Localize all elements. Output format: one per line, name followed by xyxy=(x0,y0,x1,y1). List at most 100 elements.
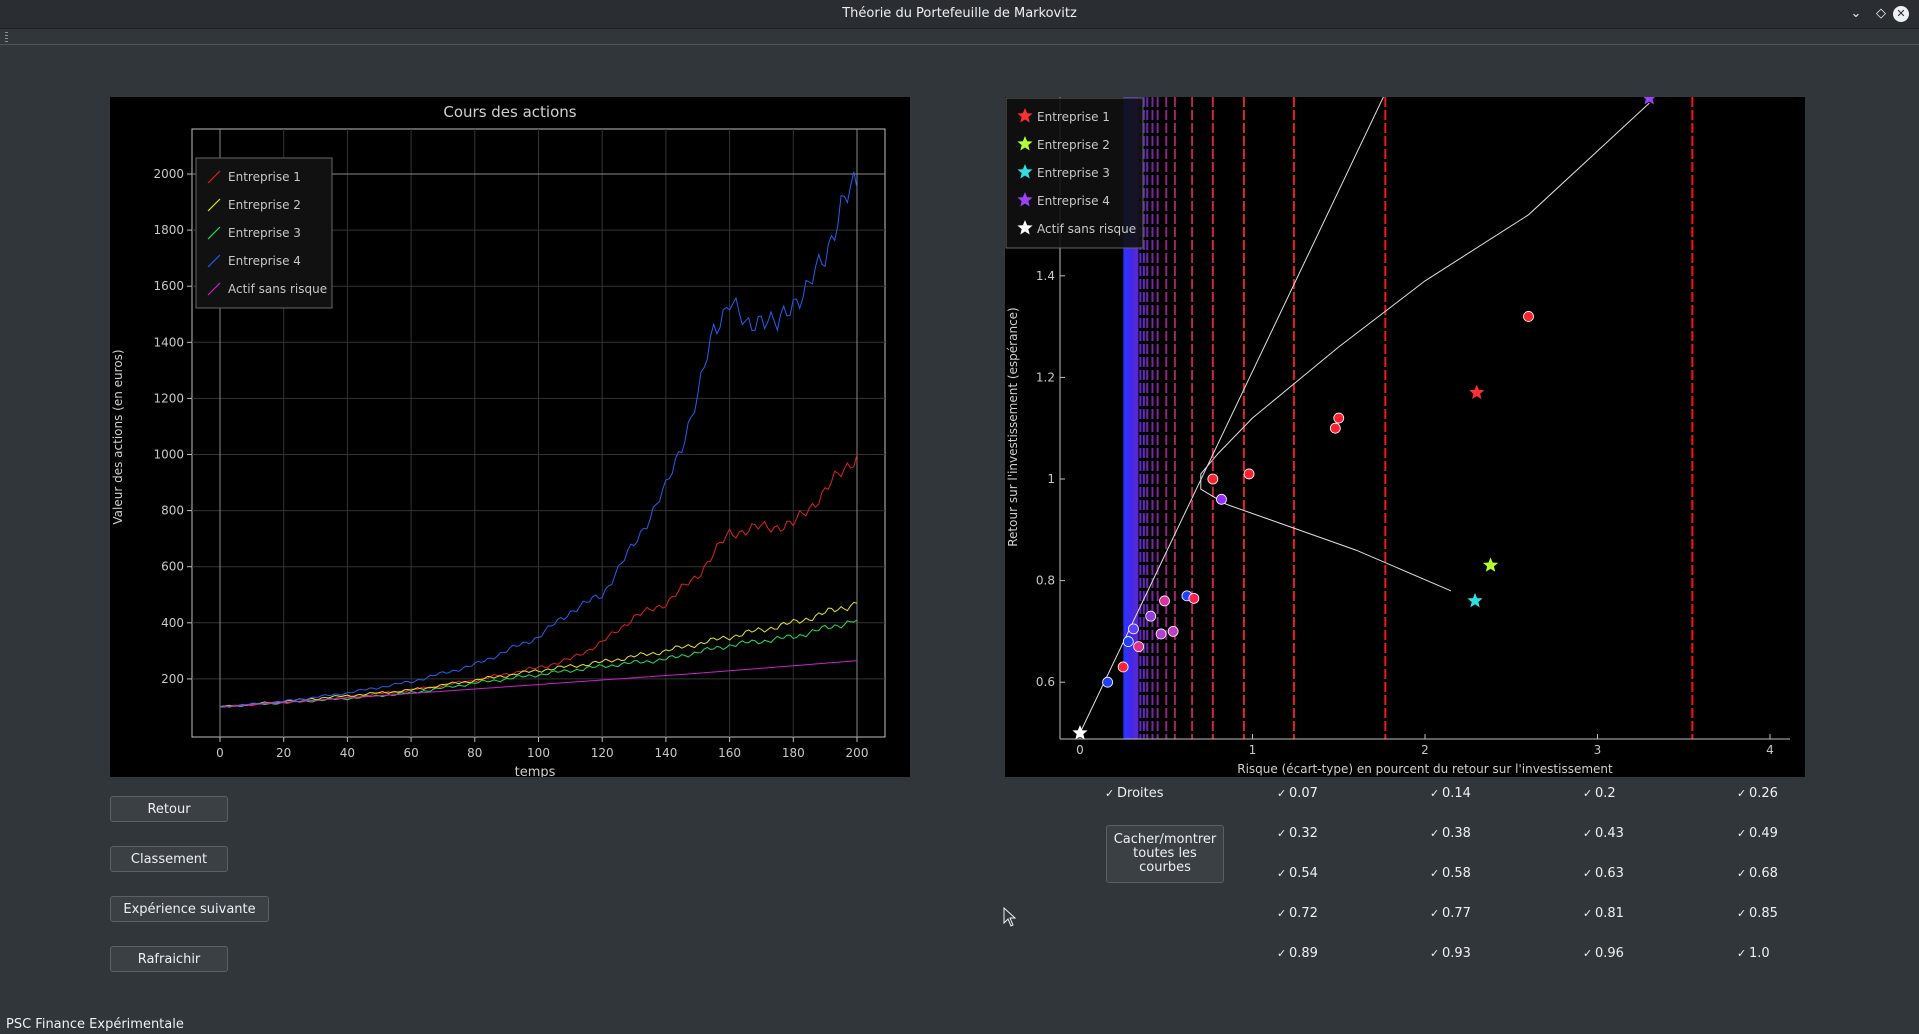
chart2-legend-label: Entreprise 3 xyxy=(1037,166,1110,180)
chart1-tick-label-y: 2000 xyxy=(153,167,184,181)
chart2-asset-star xyxy=(1469,384,1485,400)
window-title: Théorie du Portefeuille de Markovitz xyxy=(842,6,1077,21)
toolbar xyxy=(0,30,1919,45)
curve-checkbox[interactable]: ✓ 0.96 xyxy=(1583,945,1624,963)
check-icon: ✓ xyxy=(1277,787,1287,800)
chart1-tick-label-x: 100 xyxy=(527,746,550,760)
curve-checkbox-label: 0.2 xyxy=(1595,786,1616,801)
classement-button[interactable]: Classement xyxy=(110,846,228,872)
check-icon: ✓ xyxy=(1105,787,1115,800)
chart1-tick-label-y: 400 xyxy=(161,616,184,630)
droites-checkbox[interactable]: ✓ Droites xyxy=(1105,785,1164,803)
check-icon: ✓ xyxy=(1737,827,1747,840)
check-icon: ✓ xyxy=(1583,827,1593,840)
curve-checkbox[interactable]: ✓ 0.93 xyxy=(1430,945,1471,963)
chart2-portfolio-point xyxy=(1102,676,1113,688)
chart2-portfolio-point xyxy=(1216,493,1227,505)
chart2-tick-label-x: 4 xyxy=(1766,743,1774,757)
chart1-title: Cours des actions xyxy=(443,103,576,121)
chart2-portfolio-point xyxy=(1523,311,1534,322)
curve-checkbox[interactable]: ✓ 0.63 xyxy=(1583,865,1624,883)
chart2-portfolio-point xyxy=(1188,592,1200,604)
curve-checkbox-label: 0.26 xyxy=(1749,786,1778,801)
curve-checkbox[interactable]: ✓ 0.43 xyxy=(1583,825,1624,843)
curve-checkbox[interactable]: ✓ 0.2 xyxy=(1583,785,1616,803)
chart2-portfolio-point xyxy=(1243,468,1255,480)
chart1-tick-label-y: 1600 xyxy=(153,279,184,293)
curve-checkbox-label: 0.32 xyxy=(1289,826,1318,841)
chart2-tick-label-y: 1.2 xyxy=(1036,370,1055,384)
chart2-tick-label-y: 1.4 xyxy=(1036,269,1055,283)
curve-checkbox[interactable]: ✓ 0.54 xyxy=(1277,865,1318,883)
curve-checkbox-label: 0.77 xyxy=(1442,906,1471,921)
chart1-legend-label: Entreprise 1 xyxy=(228,170,301,184)
chart2-portfolio-point xyxy=(1207,473,1219,485)
close-icon[interactable]: ✕ xyxy=(1893,6,1909,22)
chart1-tick-label-x: 20 xyxy=(276,746,291,760)
curve-checkbox-label: 0.72 xyxy=(1289,906,1318,921)
check-icon: ✓ xyxy=(1430,867,1440,880)
rafraichir-button[interactable]: Rafraichir xyxy=(110,946,228,972)
curve-checkbox-label: 0.63 xyxy=(1595,866,1624,881)
toggle-all-curves-button[interactable]: Cacher/montrer toutes les courbes xyxy=(1106,825,1224,883)
curve-checkbox-label: 0.07 xyxy=(1289,786,1318,801)
status-bar-text: PSC Finance Expérimentale xyxy=(6,1017,184,1032)
chart1-legend: Entreprise 1 Entreprise 2 Entreprise 3 Entr… xyxy=(195,157,333,309)
mouse-cursor-icon xyxy=(1003,907,1017,927)
check-icon: ✓ xyxy=(1583,947,1593,960)
chart1-tick-label-y: 800 xyxy=(161,504,184,518)
chart2-legend-label: Entreprise 1 xyxy=(1037,110,1110,124)
chart2-ylabel: Retour sur l'investissement (espérance) xyxy=(1006,307,1020,547)
chart2-legend: Entreprise 1 Entreprise 2 Entreprise 3 Entr… xyxy=(1005,97,1144,249)
curve-checkbox-label: 0.54 xyxy=(1289,866,1318,881)
chart2-tick-label-y: 0.6 xyxy=(1036,675,1055,689)
curve-checkbox-label: 0.68 xyxy=(1749,866,1778,881)
curve-checkbox[interactable]: ✓ 0.38 xyxy=(1430,825,1471,843)
curve-checkbox[interactable]: ✓ 1.0 xyxy=(1737,945,1770,963)
title-bar: Théorie du Portefeuille de Markovitz ⌄ ◇… xyxy=(0,0,1919,29)
chart2-tick-label-y: 0.8 xyxy=(1036,574,1055,588)
chart2-portfolio-point xyxy=(1333,412,1345,424)
curve-checkbox-label: 0.14 xyxy=(1442,786,1471,801)
chart2-portfolio-point xyxy=(1159,595,1170,607)
chart2-legend-label: Entreprise 2 xyxy=(1037,138,1110,152)
retour-button[interactable]: Retour xyxy=(110,796,228,822)
toolbar-grip-icon[interactable] xyxy=(5,32,8,42)
curve-checkbox[interactable]: ✓ 0.07 xyxy=(1277,785,1318,803)
chart2-portfolio-point xyxy=(1117,661,1129,673)
curve-checkbox-label: 0.49 xyxy=(1749,826,1778,841)
check-icon: ✓ xyxy=(1430,787,1440,800)
chart1-tick-label-x: 80 xyxy=(467,746,482,760)
maximize-icon[interactable]: ◇ xyxy=(1871,4,1891,24)
curve-checkbox[interactable]: ✓ 0.77 xyxy=(1430,905,1471,923)
curve-checkbox[interactable]: ✓ 0.89 xyxy=(1277,945,1318,963)
stock-price-chart-svg: Cours des actions temps Valeur des actions… xyxy=(111,103,886,780)
curve-checkbox[interactable]: ✓ 0.58 xyxy=(1430,865,1471,883)
chart2-portfolio-point xyxy=(1155,628,1167,640)
curve-checkbox[interactable]: ✓ 0.32 xyxy=(1277,825,1318,843)
minimize-icon[interactable]: ⌄ xyxy=(1846,4,1866,24)
chart2-portfolio-point xyxy=(1122,636,1134,647)
curve-checkbox[interactable]: ✓ 0.85 xyxy=(1737,905,1778,923)
experience-suivante-button[interactable]: Expérience suivante xyxy=(110,896,269,922)
check-icon: ✓ xyxy=(1737,787,1747,800)
chart2-tick-label-x: 1 xyxy=(1249,743,1257,757)
chart1-tick-label-y: 600 xyxy=(161,560,184,574)
curve-checkbox[interactable]: ✓ 0.49 xyxy=(1737,825,1778,843)
curve-checkbox[interactable]: ✓ 0.68 xyxy=(1737,865,1778,883)
curve-checkbox[interactable]: ✓ 0.72 xyxy=(1277,905,1318,923)
curve-checkbox-label: 1.0 xyxy=(1749,946,1770,961)
check-icon: ✓ xyxy=(1277,947,1287,960)
curve-checkbox-label: 0.58 xyxy=(1442,866,1471,881)
check-icon: ✓ xyxy=(1277,827,1287,840)
curve-checkbox[interactable]: ✓ 0.26 xyxy=(1737,785,1778,803)
chart1-tick-label-x: 0 xyxy=(216,746,224,760)
curve-checkbox[interactable]: ✓ 0.14 xyxy=(1430,785,1471,803)
chart1-legend-label: Entreprise 2 xyxy=(228,198,301,212)
chart2-legend-label: Actif sans risque xyxy=(1037,222,1136,236)
chart1-tick-label-x: 120 xyxy=(591,746,614,760)
chart1-xlabel: temps xyxy=(515,765,556,777)
curve-checkbox[interactable]: ✓ 0.81 xyxy=(1583,905,1624,923)
check-icon: ✓ xyxy=(1737,947,1747,960)
check-icon: ✓ xyxy=(1583,907,1593,920)
